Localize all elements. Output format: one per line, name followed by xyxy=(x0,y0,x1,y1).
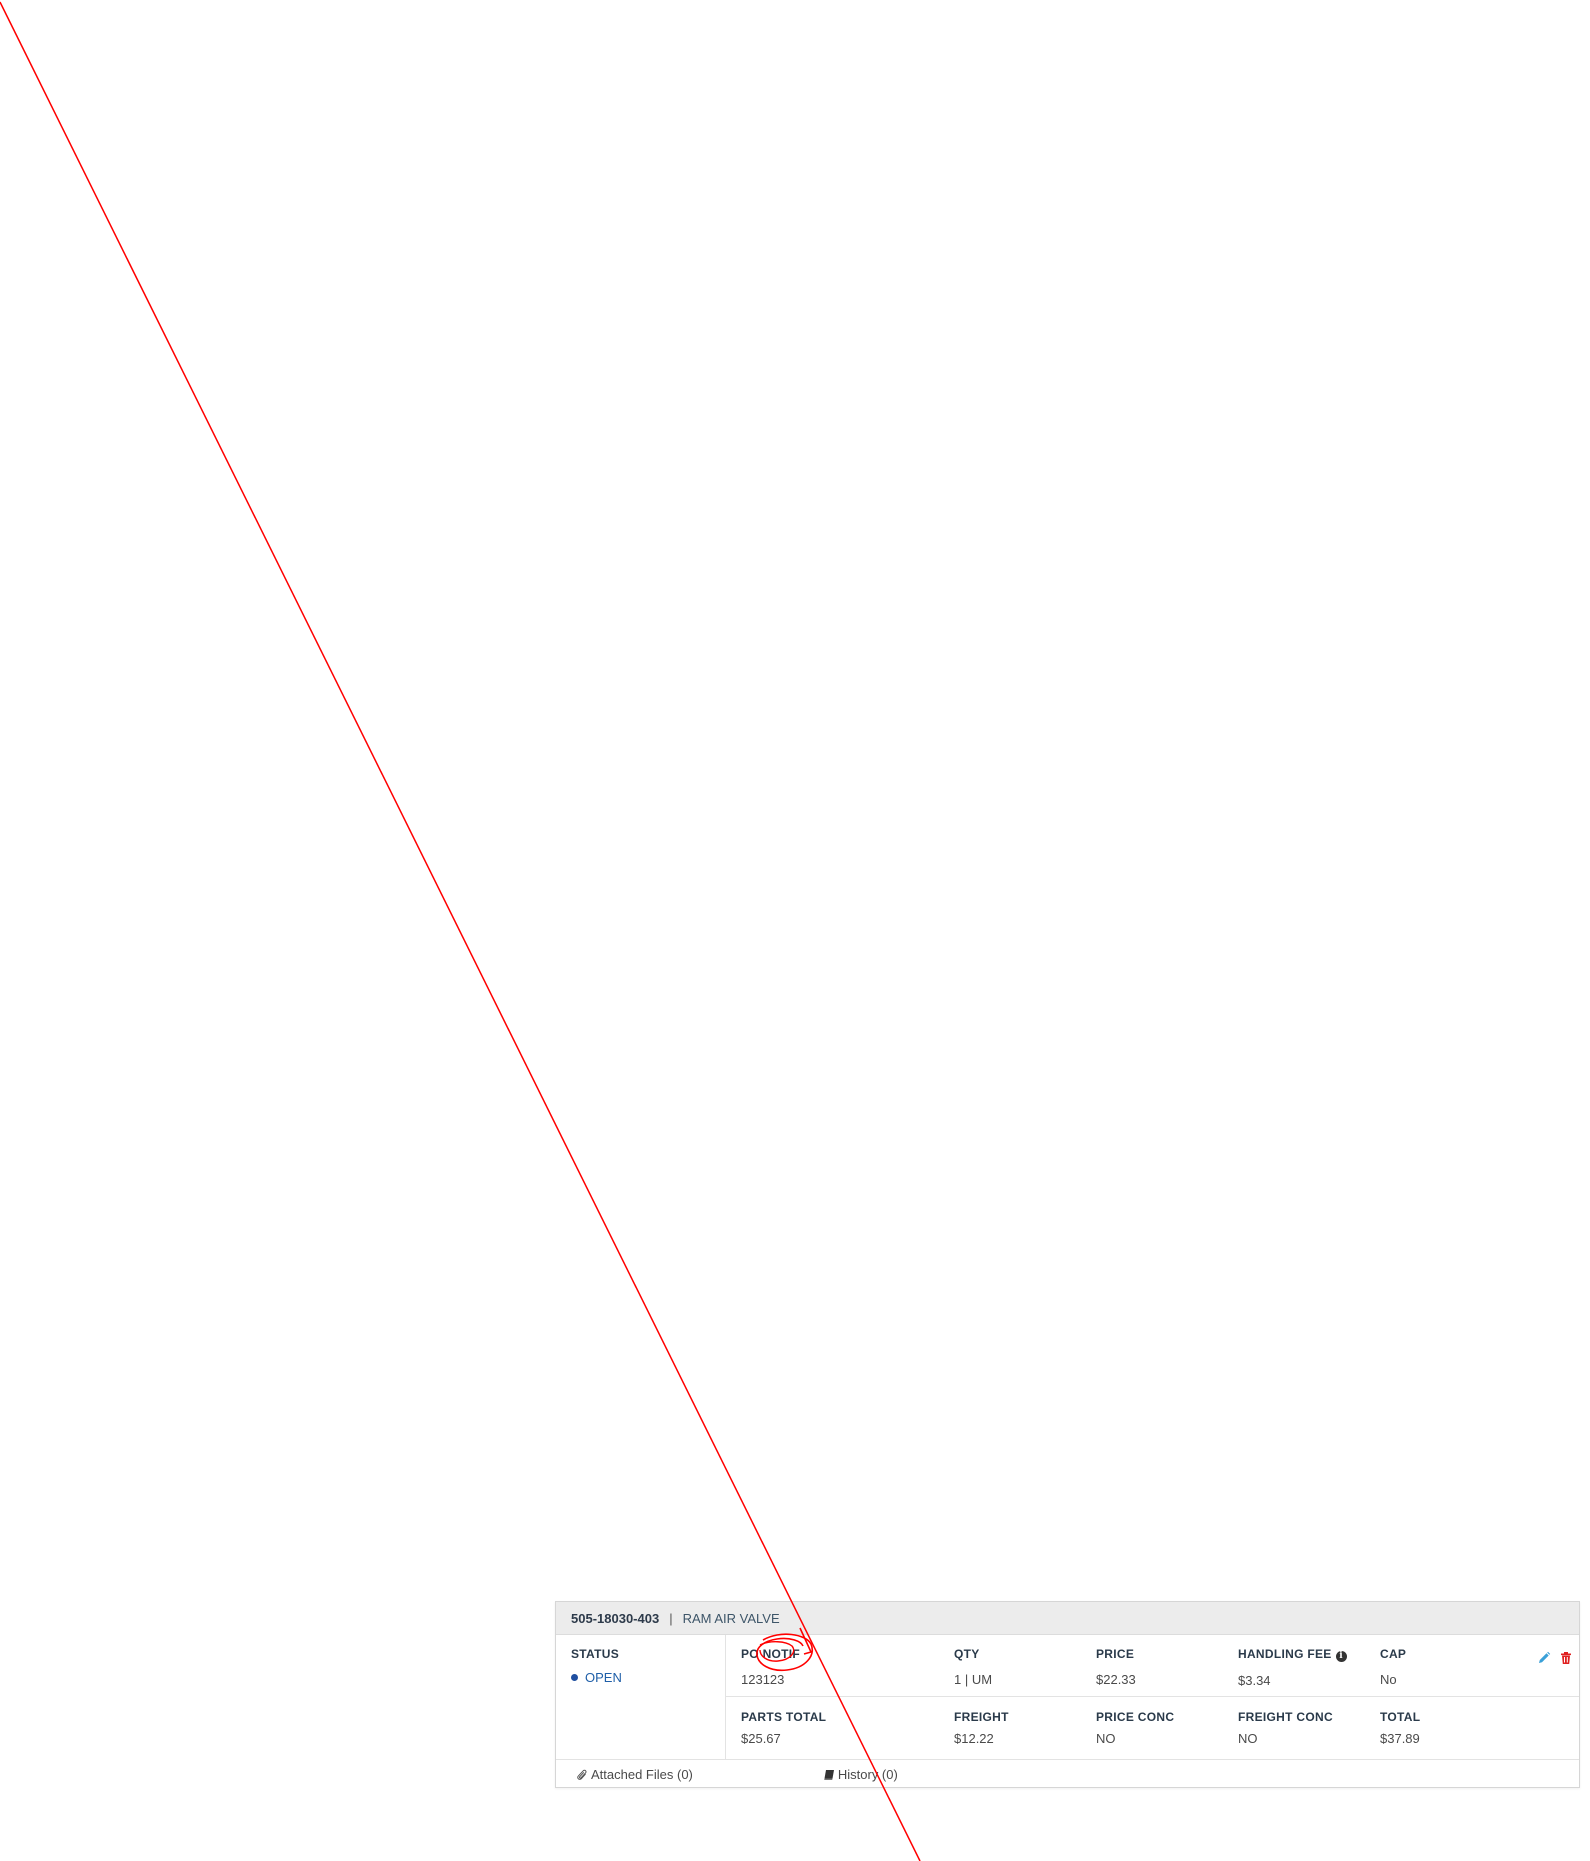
field-value: $37.89 xyxy=(1380,1731,1420,1746)
field-value: NO xyxy=(1238,1731,1258,1746)
status-label: STATUS xyxy=(571,1647,620,1661)
field-po-notif: PO NOTIF 123123 xyxy=(726,1635,939,1696)
field-label: TOTAL xyxy=(1380,1710,1421,1724)
annotation-line xyxy=(0,1,921,1861)
fields-row: PARTS TOTAL $25.67 FREIGHT $12.22 PRICE … xyxy=(726,1697,1579,1759)
status-column: STATUS OPEN xyxy=(556,1635,726,1759)
field-value: $25.67 xyxy=(741,1731,781,1746)
field-cap: CAP No xyxy=(1365,1635,1507,1696)
status-value: OPEN xyxy=(571,1670,725,1685)
field-label: FREIGHT xyxy=(954,1710,1009,1724)
field-value: $12.22 xyxy=(954,1731,994,1746)
field-value: 123123 xyxy=(741,1672,785,1687)
book-icon xyxy=(824,1769,834,1780)
header-separator: | xyxy=(669,1610,673,1626)
fields-row: PO NOTIF 123123 QTY 1 | UM PRICE $22.33 … xyxy=(726,1635,1579,1697)
field-qty: QTY 1 | UM xyxy=(939,1635,1081,1696)
history-label: History (0) xyxy=(837,1767,898,1782)
field-price-conc: PRICE CONC NO xyxy=(1081,1697,1223,1759)
field-label: HANDLING FEE xyxy=(1238,1647,1332,1661)
field-label: PARTS TOTAL xyxy=(741,1710,827,1724)
field-parts-total: PARTS TOTAL $25.67 xyxy=(726,1697,939,1759)
field-value: $3.34 xyxy=(1238,1673,1271,1688)
field-freight: FREIGHT $12.22 xyxy=(939,1697,1081,1759)
field-label: PRICE CONC xyxy=(1096,1710,1175,1724)
field-value: $22.33 xyxy=(1096,1672,1136,1687)
field-label: PRICE xyxy=(1096,1647,1135,1661)
field-handling-fee: HANDLING FEE i $3.34 xyxy=(1223,1635,1365,1696)
trash-icon[interactable] xyxy=(1559,1651,1573,1665)
fields-grid: PO NOTIF 123123 QTY 1 | UM PRICE $22.33 … xyxy=(726,1635,1579,1759)
field-label: FREIGHT CONC xyxy=(1238,1710,1333,1724)
card-footer: Attached Files (0) History (0) xyxy=(556,1760,1579,1789)
info-icon[interactable]: i xyxy=(1335,1651,1347,1662)
card-body: STATUS OPEN PO NOTIF 123123 QTY 1 | UM P… xyxy=(556,1635,1579,1760)
field-label-wrap: HANDLING FEE i xyxy=(1238,1647,1365,1662)
line-item-card: 505-18030-403 | RAM AIR VALVE STATUS OPE… xyxy=(555,1601,1580,1788)
field-freight-conc: FREIGHT CONC NO xyxy=(1223,1697,1365,1759)
field-value: 1 | UM xyxy=(954,1672,993,1687)
card-header: 505-18030-403 | RAM AIR VALVE xyxy=(556,1602,1579,1635)
pencil-icon[interactable] xyxy=(1537,1651,1551,1665)
part-description: RAM AIR VALVE xyxy=(682,1610,780,1626)
field-value: NO xyxy=(1096,1731,1116,1746)
status-text: OPEN xyxy=(585,1670,622,1685)
field-value: No xyxy=(1380,1672,1397,1687)
row-actions xyxy=(1537,1651,1573,1665)
field-label: QTY xyxy=(954,1647,980,1661)
attached-files-link[interactable]: Attached Files (0) xyxy=(577,1767,693,1782)
status-dot-icon xyxy=(571,1674,578,1681)
field-price: PRICE $22.33 xyxy=(1081,1635,1223,1696)
paperclip-icon xyxy=(577,1769,587,1780)
part-number: 505-18030-403 xyxy=(571,1610,660,1626)
field-total: TOTAL $37.89 xyxy=(1365,1697,1507,1759)
attached-files-label: Attached Files (0) xyxy=(591,1767,693,1782)
annotation-overlay xyxy=(0,1,921,1861)
history-link[interactable]: History (0) xyxy=(823,1767,898,1782)
field-label: PO NOTIF xyxy=(741,1647,801,1661)
field-label: CAP xyxy=(1380,1647,1407,1661)
